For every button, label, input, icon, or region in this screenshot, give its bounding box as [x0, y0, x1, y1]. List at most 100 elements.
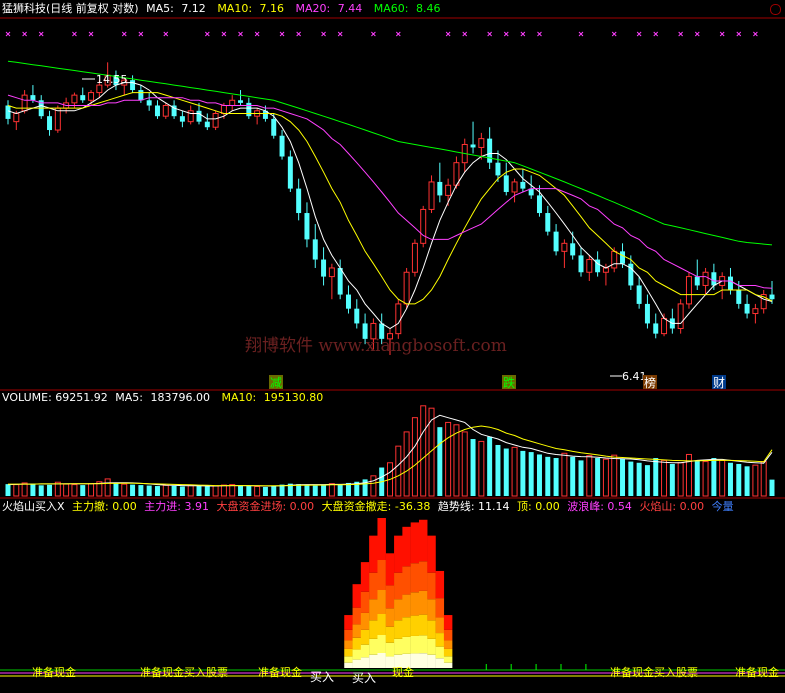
volume-bar [503, 448, 509, 496]
candle-body [162, 104, 169, 117]
flame-bar-segment [410, 592, 420, 616]
vol-ma10-value: 195130.80 [263, 391, 324, 404]
volume-bar [262, 486, 268, 496]
candle-body [229, 99, 236, 106]
candle-body [553, 231, 559, 252]
volume-bar [138, 485, 144, 496]
signal-label: 买入 [310, 670, 334, 684]
main-force-in: 主力进: 3.91 [144, 500, 209, 513]
signal-label: 准备现金 [32, 665, 76, 679]
candle-body [88, 92, 95, 101]
volume-bar [47, 484, 53, 496]
flame-bar-segment [427, 599, 436, 621]
flame-bar-segment [369, 654, 378, 668]
flame-bar-segment [427, 620, 436, 639]
tag-reduce[interactable]: 减 [269, 375, 283, 390]
vol-ma5-label-text: MA5: [115, 391, 143, 404]
candle-body [395, 303, 402, 335]
volume-bar [411, 417, 418, 497]
candle-body [220, 104, 227, 114]
candle-body [445, 184, 452, 196]
flame-bar-segment [418, 519, 428, 562]
market-funds-in: 大盘资金进场: 0.00 [216, 500, 315, 513]
candle-body [296, 188, 302, 214]
volume-bar [187, 485, 194, 497]
flame-bar-segment [427, 654, 436, 668]
flame-bar-segment [410, 615, 420, 636]
volume-bar [304, 485, 310, 496]
flame-bar-segment [385, 608, 395, 627]
candle-body [685, 276, 692, 305]
candle-body [337, 267, 343, 295]
signal-label: 准备现金 [258, 665, 302, 679]
ma10-value: 7.16 [259, 2, 285, 15]
volume-bar [744, 466, 750, 496]
flame-bar-segment [443, 629, 453, 641]
flame-bar-segment [418, 653, 428, 668]
volume-bar [395, 445, 402, 497]
candle-body [536, 195, 542, 214]
flame-bar-segment [418, 590, 428, 615]
volume-bar [229, 484, 236, 497]
tag-finance-text: 财 [713, 376, 725, 390]
ma10-label-text: MA10: [217, 2, 253, 15]
flame-bar-segment [402, 594, 411, 618]
flame-bar-segment [435, 570, 445, 599]
volume-bar [88, 483, 95, 497]
candle-body [403, 271, 410, 305]
volume-bar [669, 463, 675, 496]
volume-bar [636, 462, 642, 496]
volume-bar [453, 424, 460, 497]
candle-body [212, 112, 219, 128]
vol-ma10-label-text: MA10: [221, 391, 257, 404]
volume-bar [179, 486, 185, 496]
ma20-label-text: MA20: [295, 2, 331, 15]
volume-bar [536, 454, 542, 496]
volume-bar [769, 479, 775, 496]
stock-title: 猛狮科技(日线 前复权 对数) [2, 2, 139, 15]
flame-bar-segment [352, 584, 362, 608]
flame-bar-segment [377, 518, 386, 560]
watermark: 翔博软件 www.xiangbosoft.com [245, 336, 507, 356]
signal-label: 买入 [352, 671, 376, 685]
indicator-name[interactable]: 火焰山买入X [2, 500, 65, 513]
flame-bar-segment [435, 658, 445, 668]
price-header: 猛狮科技(日线 前复权 对数) MA5: 7.12 MA10: 7.16 MA2… [2, 2, 448, 16]
candle-body [96, 84, 103, 94]
volume-bar [736, 463, 742, 496]
vol-ma5-label: MA5: 183796.00 [115, 391, 214, 404]
low-price-label: 6.41 [622, 370, 647, 383]
volume-bar [445, 421, 452, 497]
flame-bar-segment [427, 638, 436, 655]
signal-label: 准备现金买入股票 [610, 665, 698, 679]
chart-canvas[interactable]: 翔博软件 www.xiangbosoft.com 14.55 6.41 减 跌 … [0, 0, 785, 689]
candle-body [578, 255, 584, 273]
candle-body [354, 308, 360, 324]
candle-body [204, 121, 210, 128]
candle-body [312, 239, 318, 260]
tag-finance[interactable]: 财 [712, 375, 726, 390]
flame-bar-segment [360, 591, 370, 613]
trend-line: 趋势线: 11.14 [437, 500, 510, 513]
flame-bar-segment [344, 629, 353, 641]
flame-bar-segment [352, 649, 362, 660]
volume-bar [586, 455, 593, 497]
volume-bar [470, 439, 476, 496]
candle-body [138, 90, 144, 101]
stock-chart-window[interactable]: 翔博软件 www.xiangbosoft.com 14.55 6.41 减 跌 … [0, 0, 785, 689]
tag-fall[interactable]: 跌 [502, 375, 516, 390]
flame-bar-segment [352, 659, 362, 668]
expand-toggle-icon[interactable] [770, 4, 781, 15]
volume-bar [752, 464, 759, 497]
tag-rank[interactable]: 榜 [643, 375, 657, 390]
candle-body [727, 276, 733, 290]
volume-bar [760, 461, 767, 497]
flame-bar-segment [394, 620, 403, 639]
volume-bar [63, 483, 70, 497]
volume-bar [528, 452, 534, 496]
candle-body [437, 181, 443, 196]
candle-body [752, 308, 759, 315]
candle-body [13, 112, 20, 123]
candle-body [54, 107, 61, 131]
volume-bar [13, 484, 20, 497]
